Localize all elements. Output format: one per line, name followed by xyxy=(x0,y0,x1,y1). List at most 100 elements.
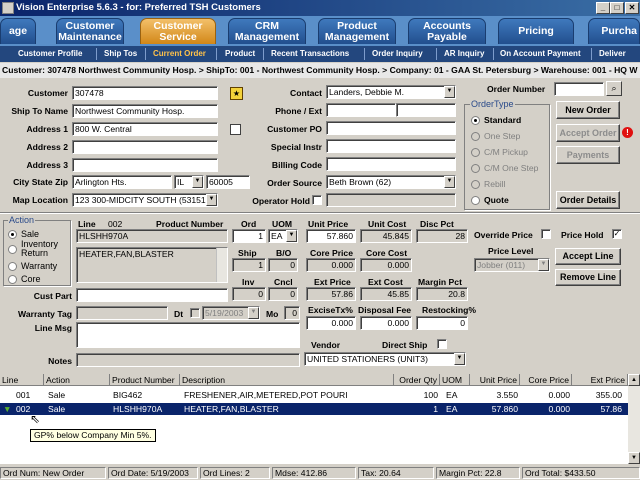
ship-to-name-input[interactable]: Northwest Community Hosp. xyxy=(72,104,218,118)
col-header-line[interactable]: Line xyxy=(0,374,44,386)
tab-purchasing[interactable]: Purcha xyxy=(588,18,640,44)
city-input[interactable]: Arlington Hts. xyxy=(72,175,172,189)
subtab-order-inquiry[interactable]: Order Inquiry xyxy=(372,48,423,60)
direct-ship-checkbox[interactable] xyxy=(437,339,447,349)
col-header-description[interactable]: Description xyxy=(180,374,394,386)
subtab-ar-inquiry[interactable]: AR Inquiry xyxy=(444,48,484,60)
col-header-product-number[interactable]: Product Number xyxy=(110,374,180,386)
tab-customer-maintenance[interactable]: Customer Maintenance xyxy=(56,18,124,44)
col-header-action[interactable]: Action xyxy=(44,374,110,386)
col-header-unit-price[interactable]: Unit Price xyxy=(470,374,520,386)
col-header-order-qty[interactable]: Order Qty xyxy=(394,374,440,386)
contact-select[interactable]: Landers, Debbie M. ▼ xyxy=(326,85,456,99)
action-sale-radio[interactable] xyxy=(8,230,17,239)
accept-order-button[interactable]: Accept Order xyxy=(556,124,620,142)
line-msg-input[interactable] xyxy=(76,322,300,348)
subtab-customer-profile[interactable]: Customer Profile xyxy=(18,48,82,60)
ext-input[interactable] xyxy=(396,103,456,117)
chevron-down-icon[interactable]: ▼ xyxy=(538,259,549,271)
new-order-button[interactable]: New Order xyxy=(556,101,620,119)
action-core-radio[interactable] xyxy=(8,275,17,284)
order-number-input[interactable] xyxy=(554,82,604,96)
dt-checkbox[interactable] xyxy=(190,308,200,318)
table-row[interactable]: ▼ 002 Sale HLSHH970A HEATER,FAN,BLASTER … xyxy=(0,403,628,415)
product-number-input[interactable]: HLSHH970A xyxy=(76,229,228,243)
address3-input[interactable] xyxy=(72,158,218,172)
tab-pricing[interactable]: Pricing xyxy=(498,18,574,44)
zip-input[interactable]: 60005 xyxy=(206,175,250,189)
chevron-down-icon[interactable]: ▼ xyxy=(192,176,203,188)
col-header-uom[interactable]: UOM xyxy=(440,374,470,386)
order-type-rebill-radio[interactable] xyxy=(471,180,480,189)
tab-crm-management[interactable]: CRM Management xyxy=(228,18,306,44)
order-details-button[interactable]: Order Details xyxy=(556,191,620,209)
address2-label: Address 2 xyxy=(26,142,68,152)
phone-input[interactable] xyxy=(326,103,396,117)
address1-input[interactable]: 800 W. Central xyxy=(72,122,218,136)
chevron-down-icon[interactable]: ▼ xyxy=(444,176,455,188)
col-header-core-price[interactable]: Core Price xyxy=(520,374,572,386)
subtab-deliveries[interactable]: Deliver xyxy=(599,48,626,60)
tab-age[interactable]: age xyxy=(0,18,36,44)
chevron-down-icon[interactable]: ▼ xyxy=(454,353,465,365)
tab-accounts-payable[interactable]: Accounts Payable xyxy=(408,18,486,44)
address2-input[interactable] xyxy=(72,140,218,154)
customer-lookup-icon[interactable]: ★ xyxy=(230,87,243,100)
action-warranty-radio[interactable] xyxy=(8,262,17,271)
order-type-standard-radio[interactable] xyxy=(471,116,480,125)
excise-tax-input[interactable]: 0.000 xyxy=(306,316,356,330)
scroll-down-icon[interactable]: ▼ xyxy=(628,452,640,464)
subtab-product[interactable]: Product xyxy=(225,48,255,60)
operator-hold-checkbox[interactable] xyxy=(312,195,322,205)
tab-product-management[interactable]: Product Management xyxy=(318,18,396,44)
cell-ext-price: 57.86 xyxy=(600,404,622,414)
chevron-down-icon[interactable]: ▼ xyxy=(248,307,259,319)
accept-line-button[interactable]: Accept Line xyxy=(555,248,621,265)
section-divider xyxy=(0,212,640,214)
disposal-fee-input[interactable]: 0.000 xyxy=(360,316,412,330)
ord-qty-input[interactable]: 1 xyxy=(232,229,266,243)
state-value: IL xyxy=(177,177,185,187)
order-type-one-step-radio[interactable] xyxy=(471,132,480,141)
order-type-cm-pickup-radio[interactable] xyxy=(471,148,480,157)
chevron-down-icon[interactable]: ▼ xyxy=(286,230,297,242)
chevron-down-icon[interactable]: ▼ xyxy=(444,86,455,98)
special-instr-input[interactable] xyxy=(326,139,456,153)
order-lines-grid[interactable]: Line Action Product Number Description O… xyxy=(0,374,640,464)
vendor-select[interactable]: UNITED STATIONERS (UNIT3) ▼ xyxy=(304,352,466,366)
tab-customer-service[interactable]: Customer Service xyxy=(140,18,216,44)
chevron-down-icon[interactable]: ▼ xyxy=(206,194,217,206)
unit-price-input[interactable]: 57.860 xyxy=(306,229,356,243)
uom-select[interactable]: EA ▼ xyxy=(268,229,298,243)
customer-po-input[interactable] xyxy=(326,121,456,135)
customer-input[interactable]: 307478 xyxy=(72,86,218,100)
subtab-recent-transactions[interactable]: Recent Transactions xyxy=(271,48,349,60)
maximize-icon[interactable]: □ xyxy=(610,2,624,14)
product-description-box[interactable]: HEATER,FAN,BLASTER xyxy=(76,247,228,283)
billing-code-input[interactable] xyxy=(326,157,456,171)
grid-vertical-scrollbar[interactable]: ▲ ▼ xyxy=(628,374,640,464)
address-note-icon[interactable] xyxy=(230,124,241,135)
subtab-ship-tos[interactable]: Ship Tos xyxy=(104,48,137,60)
action-inventory-return-radio[interactable] xyxy=(8,245,17,254)
binoculars-icon[interactable]: ⌕ xyxy=(606,81,622,96)
remove-line-button[interactable]: Remove Line xyxy=(555,269,621,286)
state-select[interactable]: IL ▼ xyxy=(174,175,204,189)
map-location-select[interactable]: 123 300-MIDCITY SOUTH (53151 ▼ xyxy=(72,193,218,207)
subtab-current-order[interactable]: Current Order xyxy=(153,48,206,60)
close-icon[interactable]: ✕ xyxy=(625,2,639,14)
minimize-icon[interactable]: _ xyxy=(596,2,610,14)
table-row[interactable]: 001 Sale BIG462 FRESHENER,AIR,METERED,PO… xyxy=(0,389,628,401)
payments-button[interactable]: Payments xyxy=(556,146,620,164)
override-price-checkbox[interactable] xyxy=(541,229,551,239)
order-source-select[interactable]: Beth Brown (62) ▼ xyxy=(326,175,456,189)
order-type-quote-radio[interactable] xyxy=(471,196,480,205)
order-type-cm-one-step-radio[interactable] xyxy=(471,164,480,173)
scroll-up-icon[interactable]: ▲ xyxy=(628,374,640,386)
cust-part-input[interactable] xyxy=(76,288,228,302)
price-hold-checkbox[interactable]: ✓ xyxy=(612,229,622,239)
restocking-input[interactable]: 0 xyxy=(416,316,468,330)
description-scrollbar[interactable] xyxy=(216,248,227,282)
subtab-on-account-payment[interactable]: On Account Payment xyxy=(500,48,581,60)
col-header-ext-price[interactable]: Ext Price xyxy=(572,374,628,386)
